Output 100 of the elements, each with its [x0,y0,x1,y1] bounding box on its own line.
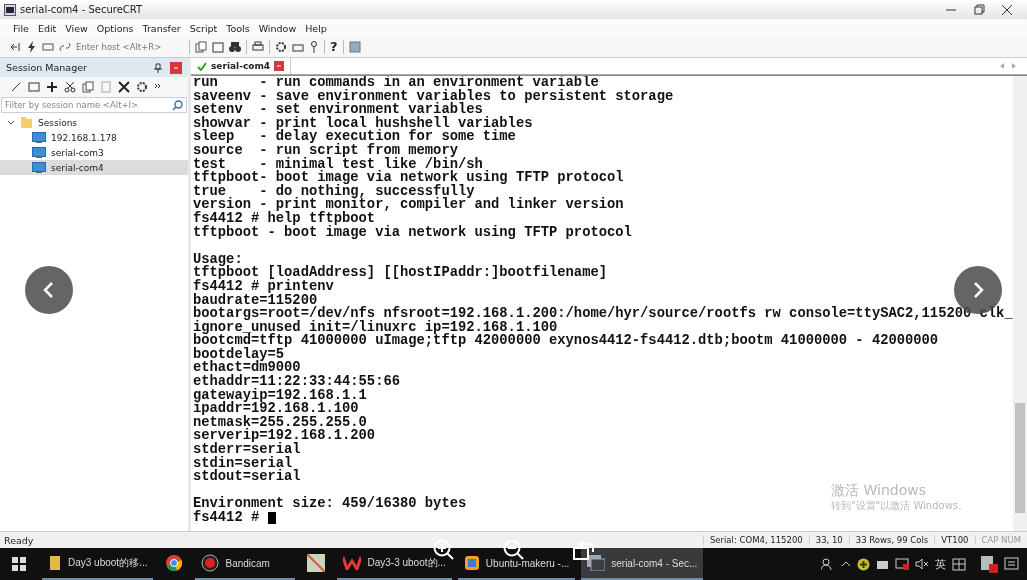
menu-item[interactable]: File [13,22,29,34]
menu-item[interactable]: Options [96,22,134,34]
pin-icon[interactable] [154,62,162,73]
restore-icon[interactable] [973,3,985,16]
previous-button[interactable] [25,266,73,314]
terminal-line: sleep - delay execution for some time [193,130,516,144]
terminal-line: ethaddr=11:22:33:44:55:66 [193,375,400,389]
paste-icon[interactable] [212,41,224,53]
terminal-line: gatewayip=192.168.1.1 [193,388,367,403]
terminal-line: Usage: [193,252,243,267]
taskbar-button[interactable]: Bandicam [195,548,296,580]
status-field: 33 Rows, 99 Cols [848,535,935,545]
cursor [267,511,276,524]
copy-icon[interactable] [195,41,207,53]
terminal-icon [4,3,16,16]
status-field: VT100 [934,535,975,545]
window-title: serial-com4 - SecureCRT [20,4,143,15]
monitor-icon [32,132,46,143]
status-field: Serial: COM4, 115200 [702,535,809,545]
terminal-line: fs4412 # printenv [193,279,334,294]
terminal-line: bootargs=root=/dev/nfs nfsroot=192.168.1.200:/home/hyr/source/rootfs rw console=ttySAC2,115200 clk_ [193,307,1013,321]
caret-icon[interactable] [841,561,851,567]
folder-icon [20,116,33,129]
window-icon[interactable] [28,81,40,93]
tree-item[interactable]: serial-com4 [0,160,188,175]
folder-icon [48,555,62,571]
status-field: CAP NUM [974,535,1027,545]
connect-icon[interactable] [10,41,22,53]
tray-icon[interactable] [292,41,304,53]
terminal-line: version - print monitor, compiler and linker version [193,198,624,212]
settings-icon[interactable] [136,81,148,93]
action-center-icon[interactable] [1004,556,1019,572]
monitor-icon [32,162,46,173]
windows-logo-icon[interactable] [12,557,26,571]
keymap-icon[interactable] [348,41,361,53]
binoculars-icon[interactable] [229,41,241,53]
tree-item[interactable]: 192.168.1.178 [0,130,188,145]
plus-icon[interactable] [46,81,58,93]
close-icon[interactable] [1001,3,1013,16]
monitor-icon [32,147,46,158]
terminal-line: source - run script from memory [193,143,458,158]
copy-icon[interactable] [82,81,94,93]
square-logo-icon [463,555,480,571]
settings-icon[interactable] [275,41,287,53]
terminal-line: stdout=serial [193,470,301,484]
lightning-icon[interactable] [27,41,37,53]
rotate-icon[interactable] [573,539,595,561]
chevron-icon[interactable] [7,118,15,127]
terminal-line: setenv - set environment variables [193,103,483,117]
notification-icon[interactable] [980,555,998,573]
help-icon[interactable]: ? [330,40,338,54]
menu-item[interactable]: Script [189,22,218,34]
keyboard-grid-icon[interactable] [952,557,966,571]
muted-speaker-icon[interactable] [915,558,929,570]
browser-icon [165,554,184,572]
menu-item[interactable]: View [65,22,88,34]
terminal-line: tftpboot - boot image via network using TFTP protocol [193,225,632,240]
cut-icon[interactable] [64,81,76,93]
scrollbar[interactable] [1013,76,1027,531]
key-icon[interactable] [309,41,319,53]
input-method-indicator[interactable]: 英 [935,556,946,572]
map-icon [307,554,326,572]
overflow-icon[interactable] [154,83,162,91]
scroll-thumb[interactable] [1015,403,1025,513]
network-icon[interactable] [876,558,889,570]
taskbar-button[interactable]: Day3 uboot的移... [42,548,154,580]
people-icon[interactable] [821,557,835,571]
terminal-line: ignore_unused init=/linuxrc ip=192.168.1.100 [193,320,558,335]
panel-title: Session Manager [6,62,87,73]
menu-item[interactable]: Help [305,22,327,34]
status-text: Ready [4,534,34,546]
record-icon [201,554,220,572]
status-field: 33, 10 [808,535,849,545]
terminal-line: fs4412 # help tftpboot [193,211,376,226]
windows-icon [587,555,606,571]
terminal-line: Environment size: 459/16380 bytes [193,497,467,511]
tree-item[interactable]: serial-com3 [0,145,188,160]
terminal-line: bootdelay=5 [193,347,285,362]
terminal-line: tftpboot [loadAddress] [[hostIPaddr:]bootfilename] [193,266,607,280]
terminal-line: stderr=serial [193,443,301,457]
terminal-line: fs4412 # [193,511,261,525]
taskbar-button[interactable]: Day3-3 uboot的... [337,548,452,580]
menu-item[interactable]: Window [258,22,297,34]
printer-icon[interactable] [252,41,264,53]
delete-icon[interactable] [118,81,130,93]
menu-item[interactable]: Transfer [142,22,181,34]
terminal-line: ipaddr=192.168.1.100 [193,402,359,416]
host-field[interactable]: Enter host <Alt+R> [76,42,184,52]
taskbar-button[interactable]: serial-com4 - Sec... [581,548,704,580]
filter-field[interactable]: Filter by session name <Alt+I> [1,97,187,113]
taskbar-button[interactable]: Ubuntu-makeru -... [457,548,576,580]
menu-item[interactable]: Tools [226,22,250,34]
terminal-line: bootcmd=tftp 41000000 uImage;tftp 42000000 exynos4412-fs4412.dtb;bootm 41000000 - 42000000 [193,334,939,348]
search-icon [172,99,183,111]
display-icon[interactable] [895,558,909,570]
terminal-line: run - run commands in an environment variable [193,76,599,90]
zoom-out-icon[interactable] [503,539,525,561]
tree-item[interactable]: Sessions [0,115,188,130]
plus-badge-icon[interactable] [857,557,870,571]
menu-item[interactable]: Edit [37,22,57,34]
